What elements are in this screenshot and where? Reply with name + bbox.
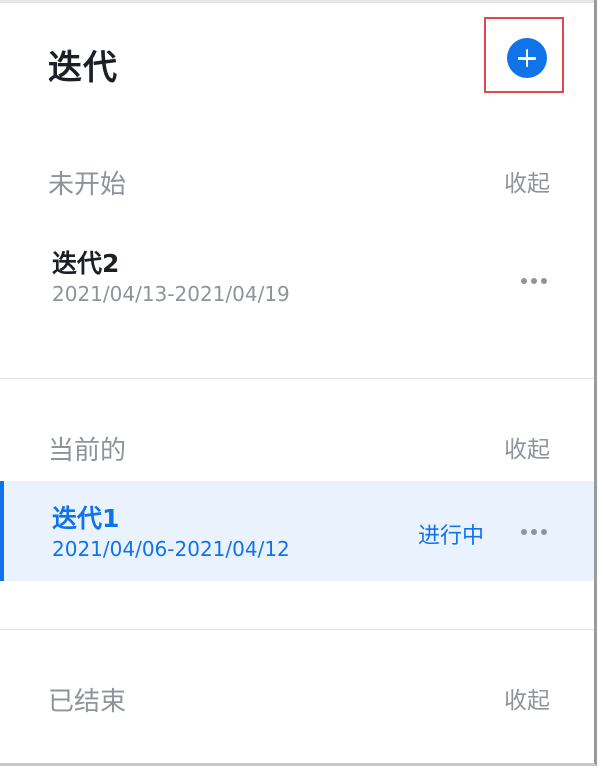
iteration-date-range: 2021/04/06-2021/04/12 — [52, 537, 290, 561]
iteration-row-active[interactable]: 迭代1 2021/04/06-2021/04/12 进行中 — [0, 481, 594, 581]
section-title-not-started: 未开始 — [48, 170, 127, 200]
panel-header: 迭代 — [0, 0, 594, 120]
iteration-row[interactable]: 迭代2 2021/04/13-2021/04/19 — [0, 226, 594, 326]
plus-icon-vertical — [525, 49, 529, 67]
page-title: 迭代 — [48, 48, 118, 88]
more-options-icon[interactable] — [521, 276, 549, 286]
section-divider — [0, 378, 594, 379]
section-title-ended: 已结束 — [48, 687, 127, 717]
add-iteration-button[interactable] — [507, 38, 547, 78]
collapse-current-button[interactable]: 收起 — [504, 430, 550, 464]
section-title-current: 当前的 — [48, 436, 127, 466]
collapse-ended-button[interactable]: 收起 — [504, 681, 550, 715]
status-badge: 进行中 — [417, 524, 484, 549]
more-options-icon[interactable] — [521, 527, 549, 537]
iteration-name: 迭代1 — [52, 504, 120, 533]
iteration-name: 迭代2 — [52, 249, 120, 278]
collapse-not-started-button[interactable]: 收起 — [504, 164, 550, 198]
section-divider — [0, 629, 594, 630]
iteration-panel: 迭代 未开始 收起 迭代2 2021/04/13-2021/04/19 当前的 … — [0, 0, 597, 766]
iteration-date-range: 2021/04/13-2021/04/19 — [52, 282, 290, 306]
